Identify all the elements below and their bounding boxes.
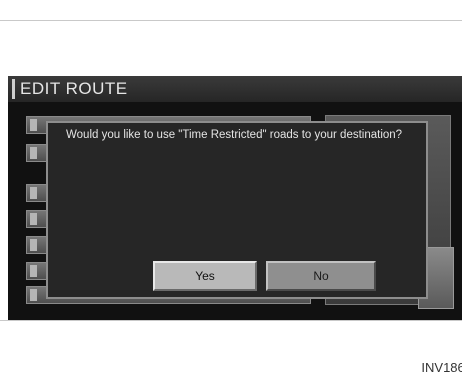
yes-button[interactable]: Yes bbox=[153, 261, 257, 291]
menu-item-tab bbox=[30, 119, 37, 131]
confirm-dialog: Would you like to use "Time Restricted" … bbox=[46, 121, 428, 299]
menu-item-tab bbox=[30, 265, 37, 277]
no-button[interactable]: No bbox=[266, 261, 376, 291]
menu-item-tab bbox=[30, 239, 37, 251]
menu-item-tab bbox=[30, 213, 37, 225]
menu-item-tab bbox=[30, 187, 37, 199]
bottom-divider bbox=[0, 320, 462, 321]
dialog-message: Would you like to use "Time Restricted" … bbox=[66, 129, 403, 141]
screen-title: EDIT ROUTE bbox=[20, 79, 128, 98]
title-accent-bar bbox=[12, 79, 15, 99]
top-divider bbox=[0, 20, 462, 21]
navigation-screen: EDIT ROUTE Would you like to use "Time R… bbox=[8, 76, 462, 320]
menu-item-tab bbox=[30, 147, 37, 159]
title-bar: EDIT ROUTE bbox=[8, 76, 462, 102]
menu-item-tab bbox=[30, 289, 37, 301]
figure-id: INV1862 bbox=[421, 360, 462, 375]
